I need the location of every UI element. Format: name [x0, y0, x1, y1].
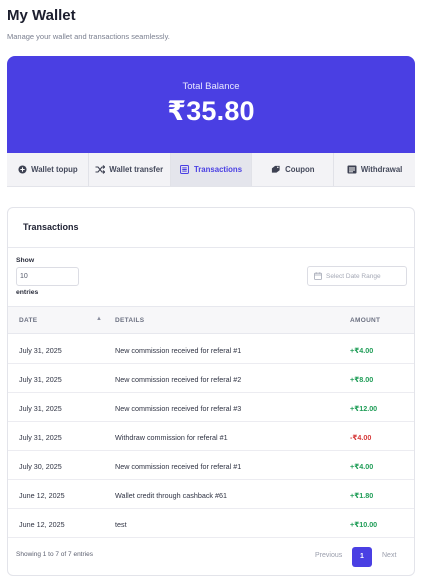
cell-date: June 12, 2025 [19, 520, 65, 529]
tab-label: Withdrawal [360, 165, 403, 174]
table-row: July 31, 2025 New commission received for… [8, 335, 414, 364]
entries-label: entries [16, 289, 39, 296]
table-row: July 31, 2025 New commission received for… [8, 364, 414, 393]
cell-details: New commission received for referal #2 [115, 375, 242, 384]
cell-amount: +₹4.00 [350, 346, 374, 355]
plus-circle-icon [17, 165, 27, 175]
cell-amount: +₹12.00 [350, 404, 378, 413]
column-header-amount[interactable]: AMOUNT [350, 317, 380, 324]
tab-label: Wallet transfer [109, 165, 164, 174]
sort-icon[interactable]: ▲ [96, 316, 102, 322]
withdrawal-icon [347, 165, 357, 175]
table-row: July 31, 2025 New commission received for… [8, 393, 414, 422]
column-header-date[interactable]: DATE [19, 317, 37, 324]
cell-details: New commission received for referal #1 [115, 346, 242, 355]
previous-page-button[interactable]: Previous [315, 552, 342, 559]
page-title: My Wallet [7, 7, 76, 24]
balance-amount: ₹35.80 [167, 96, 255, 126]
cell-amount: +₹8.00 [350, 375, 374, 384]
cell-amount: +₹4.00 [350, 462, 374, 471]
transactions-panel: Transactions Show 10 entries Select Date… [7, 207, 415, 576]
tab-label: Transactions [193, 165, 243, 174]
cell-amount: -₹4.00 [350, 433, 372, 442]
date-range-placeholder: Select Date Range [326, 272, 381, 280]
wallet-tabs: Wallet topup Wallet transfer Transaction… [7, 153, 415, 187]
tab-label: Wallet topup [31, 165, 78, 174]
list-icon [180, 165, 190, 175]
cell-details: Withdraw commission for referal #1 [115, 433, 228, 442]
calendar-icon [314, 267, 322, 285]
table-row: June 12, 2025 Wallet credit through cashb… [8, 480, 414, 509]
cell-details: New commission received for referal #1 [115, 462, 242, 471]
next-page-button[interactable]: Next [382, 552, 396, 559]
shuffle-icon [95, 165, 106, 175]
page-1-button[interactable]: 1 [352, 547, 372, 567]
column-header-details[interactable]: DETAILS [115, 317, 144, 324]
date-range-input[interactable]: Select Date Range [307, 266, 407, 286]
cell-date: June 12, 2025 [19, 491, 65, 500]
cell-amount: +₹1.80 [350, 491, 374, 500]
tab-wallet-topup[interactable]: Wallet topup [7, 153, 89, 186]
cell-date: July 30, 2025 [19, 462, 62, 471]
table-header: DATE ▲ DETAILS AMOUNT [8, 306, 414, 334]
show-label: Show [16, 257, 35, 264]
tab-transactions[interactable]: Transactions [170, 153, 253, 186]
panel-title: Transactions [23, 222, 79, 232]
tab-label: Coupon [285, 165, 315, 174]
divider [8, 247, 414, 248]
entries-summary: Showing 1 to 7 of 7 entries [16, 551, 93, 558]
cell-details: Wallet credit through cashback #61 [115, 491, 227, 500]
page-subtitle: Manage your wallet and transactions seam… [7, 32, 170, 41]
table-row: July 30, 2025 New commission received for… [8, 451, 414, 480]
table-row: June 12, 2025 test +₹10.00 [8, 509, 414, 538]
table-row: July 31, 2025 Withdraw commission for ref… [8, 422, 414, 451]
tab-wallet-transfer[interactable]: Wallet transfer [89, 153, 171, 186]
cell-details: test [115, 520, 127, 529]
tab-withdrawal[interactable]: Withdrawal [334, 153, 415, 186]
cell-details: New commission received for referal #3 [115, 404, 242, 413]
tab-coupon[interactable]: Coupon [252, 153, 335, 186]
coupon-icon [271, 165, 281, 175]
cell-date: July 31, 2025 [19, 404, 62, 413]
cell-amount: +₹10.00 [350, 520, 378, 529]
page-size-select[interactable]: 10 [16, 267, 79, 286]
cell-date: July 31, 2025 [19, 375, 62, 384]
cell-date: July 31, 2025 [19, 346, 62, 355]
cell-date: July 31, 2025 [19, 433, 62, 442]
balance-label: Total Balance [182, 81, 240, 92]
balance-card: Total Balance ₹35.80 [7, 56, 415, 153]
